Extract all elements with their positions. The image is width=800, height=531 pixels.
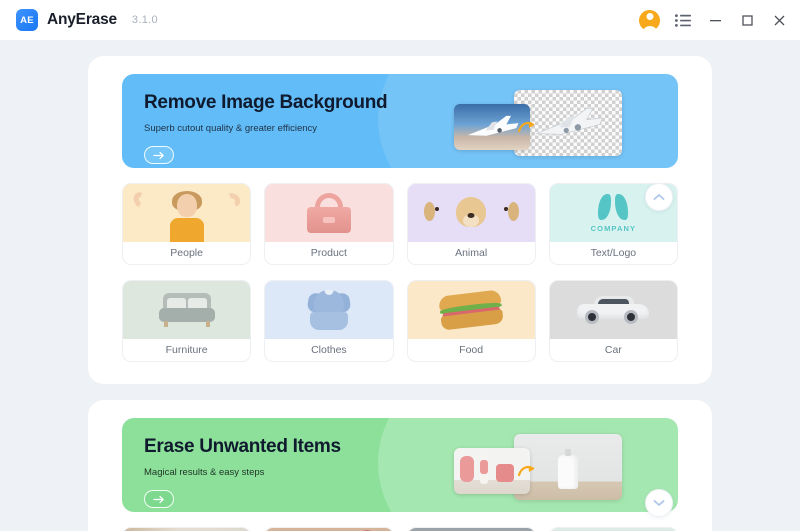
category-card-clothes[interactable]: Clothes: [264, 280, 394, 362]
section-erase-items: Erase Unwanted Items Magical results & e…: [88, 400, 712, 531]
user-avatar-icon[interactable]: [639, 9, 660, 31]
arrow-right-icon: [152, 495, 164, 503]
erase-card-person[interactable]: [264, 527, 394, 531]
arrow-right-icon: [152, 151, 164, 159]
main-scroll-area[interactable]: Remove Image Background Superb cutout qu…: [0, 40, 800, 531]
banner-erase-items[interactable]: Erase Unwanted Items Magical results & e…: [122, 418, 678, 512]
banner-go-button[interactable]: [144, 490, 174, 508]
erase-card-street-object[interactable]: [406, 527, 536, 531]
brand: AE AnyErase 3.1.0: [16, 9, 158, 31]
transform-arrow-icon: [518, 121, 535, 133]
scroll-up-button[interactable]: [645, 183, 673, 211]
chevron-down-icon: [653, 500, 665, 506]
company-logo-caption: COMPANY: [590, 223, 637, 233]
menu-list-icon[interactable]: [674, 11, 692, 29]
category-card-furniture[interactable]: Furniture: [122, 280, 252, 362]
banner-remove-background[interactable]: Remove Image Background Superb cutout qu…: [122, 74, 678, 168]
category-label: Product: [265, 242, 393, 264]
category-label: Animal: [407, 242, 535, 264]
thumbnail-furniture: [123, 281, 251, 339]
thumbnail-people: [123, 184, 251, 242]
company-logo-icon: [598, 193, 629, 220]
category-card-car[interactable]: Car: [548, 280, 678, 362]
minimize-icon[interactable]: [706, 11, 724, 29]
close-icon[interactable]: [770, 11, 788, 29]
category-card-product[interactable]: Product: [264, 183, 394, 265]
banner-go-button[interactable]: [144, 146, 174, 164]
plane-icon: [536, 108, 604, 135]
erase-grid-row-1: Watermark: [122, 527, 678, 531]
window-controls: [639, 9, 788, 31]
thumbnail-clothes: [265, 281, 393, 339]
category-label: People: [123, 242, 251, 264]
section-remove-background: Remove Image Background Superb cutout qu…: [88, 56, 712, 384]
thumbnail-car: [549, 281, 677, 339]
app-logo-icon: AE: [16, 9, 38, 31]
transform-arrow-icon: [518, 465, 535, 477]
erase-card-tote-text[interactable]: BONJOUR: [548, 527, 678, 531]
maximize-icon[interactable]: [738, 11, 756, 29]
category-grid-row-2: Furniture Clothes Food Car: [122, 280, 678, 362]
category-label: Food: [407, 339, 535, 361]
category-card-animal[interactable]: Animal: [406, 183, 536, 265]
category-label: Text/Logo: [549, 242, 677, 264]
thumbnail-animal: [407, 184, 535, 242]
scroll-down-button[interactable]: [645, 489, 673, 517]
title-bar: AE AnyErase 3.1.0: [0, 0, 800, 40]
category-grid-row-1: People Product Animal COMPANY Text/Logo: [122, 183, 678, 265]
thumbnail-food: [407, 281, 535, 339]
thumbnail-product: [265, 184, 393, 242]
category-card-people[interactable]: People: [122, 183, 252, 265]
chevron-up-icon: [653, 194, 665, 200]
category-label: Car: [549, 339, 677, 361]
category-label: Clothes: [265, 339, 393, 361]
category-card-food[interactable]: Food: [406, 280, 536, 362]
erase-card-watermark[interactable]: Watermark: [122, 527, 252, 531]
category-label: Furniture: [123, 339, 251, 361]
app-title: AnyErase: [47, 11, 117, 28]
app-version: 3.1.0: [131, 14, 158, 26]
